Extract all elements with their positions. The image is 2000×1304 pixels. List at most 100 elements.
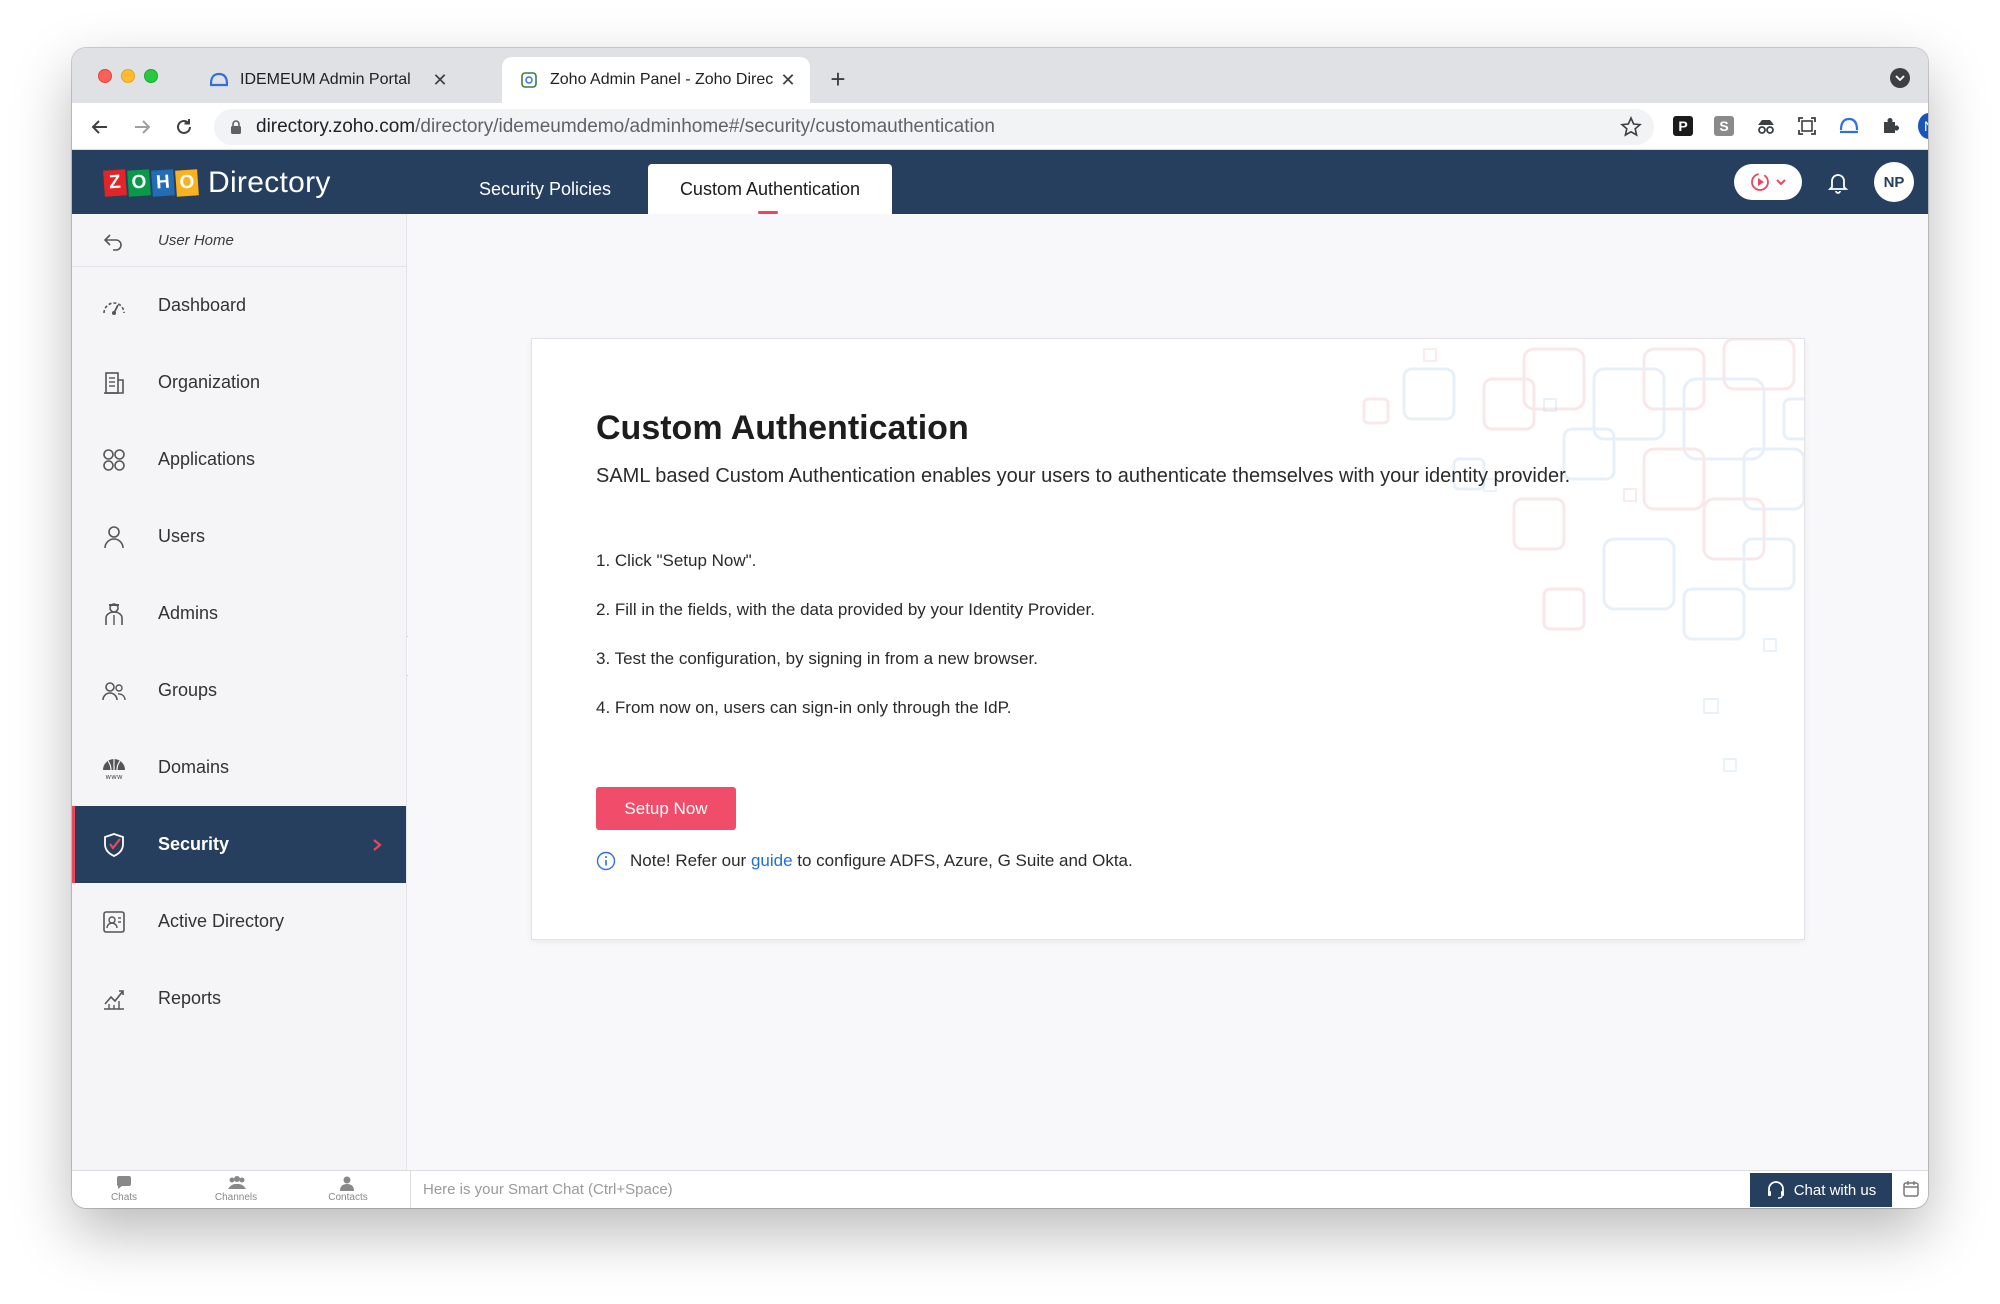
- zoho-letter: O: [175, 169, 199, 197]
- svg-text:www: www: [105, 773, 122, 781]
- sidebar-item-label: Organization: [158, 372, 261, 392]
- tab-title: IDEMEUM Admin Portal: [240, 71, 411, 88]
- tab-security-policies[interactable]: Security Policies: [450, 164, 640, 214]
- zoho-directory-favicon-icon: [518, 71, 540, 89]
- profile-initial: N: [1918, 113, 1928, 139]
- user-home-label: User Home: [158, 231, 234, 249]
- chat-button-label: Chat with us: [1793, 1181, 1877, 1199]
- reports-icon: [100, 985, 128, 1013]
- chat-with-us-button[interactable]: Chat with us: [1750, 1173, 1892, 1207]
- minimize-window-button[interactable]: [121, 69, 135, 83]
- sidebar-item-users[interactable]: Users: [72, 498, 406, 575]
- contact-icon: [339, 1175, 357, 1191]
- back-arrow-icon[interactable]: [86, 113, 114, 141]
- step-item: 2. Fill in the fields, with the data pro…: [596, 600, 1095, 619]
- sidebar-item-groups[interactable]: Groups: [72, 652, 406, 729]
- new-tab-button[interactable]: +: [824, 64, 852, 94]
- tab-label: Custom Authentication: [679, 178, 861, 199]
- tab-search-icon[interactable]: [1890, 68, 1910, 88]
- close-tab-icon[interactable]: ✕: [776, 68, 800, 92]
- reload-icon[interactable]: [170, 113, 198, 141]
- lock-icon: [230, 119, 244, 135]
- spy-extension-icon[interactable]: [1755, 115, 1777, 137]
- puzzle-extension-icon[interactable]: [1879, 115, 1901, 137]
- close-tab-icon[interactable]: ✕: [428, 68, 452, 92]
- maximize-window-button[interactable]: [144, 69, 158, 83]
- chevron-right-icon: [370, 838, 384, 852]
- shield-icon: [100, 831, 128, 859]
- sidebar-item-active-directory[interactable]: Active Directory: [72, 883, 406, 960]
- back-arrow-icon: [102, 230, 124, 252]
- sidebar-item-label: Reports: [158, 988, 222, 1008]
- app-header: Z O H O Directory Security Policies Cust…: [72, 150, 1928, 214]
- info-icon: [596, 851, 616, 871]
- step-item: 1. Click "Setup Now".: [596, 551, 757, 570]
- chat-bubble-icon: [115, 1175, 133, 1191]
- sidebar-item-label: Domains: [158, 757, 230, 777]
- zoho-directory-logo[interactable]: Z O H O Directory: [103, 166, 331, 200]
- sidebar-user-home[interactable]: User Home: [72, 214, 406, 267]
- zoho-letter: Z: [103, 169, 127, 197]
- sidebar-item-label: Dashboard: [158, 295, 247, 315]
- url-domain: directory.zoho.com: [256, 116, 416, 137]
- contacts-button[interactable]: Contacts: [318, 1175, 378, 1203]
- notification-bell-icon[interactable]: [1824, 168, 1852, 196]
- browser-toolbar: directory.zoho.com/directory/idemeumdemo…: [72, 103, 1928, 150]
- sidebar-item-label: Users: [158, 526, 206, 546]
- bookmark-star-icon[interactable]: [1620, 115, 1642, 138]
- applications-icon: [100, 446, 128, 474]
- sidebar-item-reports[interactable]: Reports: [72, 960, 406, 1037]
- main-content: Custom Authentication SAML based Custom …: [408, 214, 1928, 1170]
- tab-title: Zoho Admin Panel - Zoho Direc: [550, 71, 774, 88]
- bottom-item-label: Channels: [214, 1192, 258, 1203]
- forward-arrow-icon[interactable]: [128, 113, 156, 141]
- step-item: 4. From now on, users can sign-in only t…: [596, 698, 1012, 717]
- user-icon: [100, 523, 128, 551]
- address-bar[interactable]: directory.zoho.com/directory/idemeumdemo…: [214, 109, 1654, 145]
- browser-tab-zoho[interactable]: Zoho Admin Panel - Zoho Direc ✕: [502, 57, 810, 103]
- calendar-icon[interactable]: [1902, 1180, 1922, 1200]
- channels-button[interactable]: Channels: [206, 1175, 266, 1203]
- step-item: 3. Test the configuration, by signing in…: [596, 649, 1038, 668]
- quick-access-button[interactable]: [1734, 164, 1802, 200]
- sidebar-item-label: Security: [158, 834, 230, 854]
- dashboard-icon: [100, 292, 128, 320]
- user-avatar[interactable]: NP: [1874, 162, 1914, 202]
- groups-icon: [100, 677, 128, 705]
- url-path: /directory/idemeumdemo/adminhome#/securi…: [415, 116, 995, 137]
- note: Note! Refer our guide to configure ADFS,…: [596, 851, 1133, 871]
- sidebar-item-label: Admins: [158, 603, 219, 623]
- sidebar-item-admins[interactable]: Admins: [72, 575, 406, 652]
- screenshot-extension-icon[interactable]: [1796, 115, 1818, 137]
- sidebar-item-applications[interactable]: Applications: [72, 421, 406, 498]
- guide-link[interactable]: guide: [751, 851, 793, 871]
- url-text: directory.zoho.com/directory/idemeumdemo…: [256, 116, 995, 138]
- domains-icon: www: [100, 754, 128, 782]
- s-extension-icon[interactable]: S: [1713, 115, 1735, 137]
- browser-window: IDEMEUM Admin Portal ✕ Zoho Admin Panel …: [72, 48, 1928, 1208]
- bottom-item-label: Contacts: [328, 1192, 368, 1203]
- decorative-pattern: [1362, 339, 1804, 772]
- sidebar-item-dashboard[interactable]: Dashboard: [72, 267, 406, 344]
- sidebar-item-security[interactable]: Security: [72, 806, 406, 883]
- zoho-logo-letters: Z O H O: [103, 169, 200, 197]
- logo-text: Directory: [208, 166, 331, 199]
- custom-authentication-card: Custom Authentication SAML based Custom …: [531, 338, 1805, 940]
- tab-custom-authentication[interactable]: Custom Authentication: [648, 164, 892, 214]
- sidebar-item-label: Groups: [158, 680, 218, 700]
- sidebar-item-label: Applications: [158, 449, 256, 469]
- p-extension-icon[interactable]: P: [1672, 115, 1694, 137]
- note-suffix: to configure ADFS, Azure, G Suite and Ok…: [792, 851, 1133, 870]
- chats-button[interactable]: Chats: [94, 1175, 154, 1203]
- sidebar: User Home Dashboard Organization Applica…: [72, 214, 407, 1170]
- zoho-letter: O: [127, 169, 151, 197]
- sidebar-item-domains[interactable]: www Domains: [72, 729, 406, 806]
- close-window-button[interactable]: [98, 69, 112, 83]
- smart-chat-input[interactable]: Here is your Smart Chat (Ctrl+Space): [410, 1171, 1820, 1208]
- profile-avatar[interactable]: N: [1918, 113, 1928, 139]
- setup-now-button[interactable]: Setup Now: [596, 787, 736, 830]
- sidebar-item-organization[interactable]: Organization: [72, 344, 406, 421]
- headset-icon: [1767, 1181, 1784, 1199]
- bottom-bar: Chats Channels Contacts Here is your Sma…: [72, 1170, 1928, 1208]
- idemeum-extension-icon[interactable]: [1838, 115, 1860, 137]
